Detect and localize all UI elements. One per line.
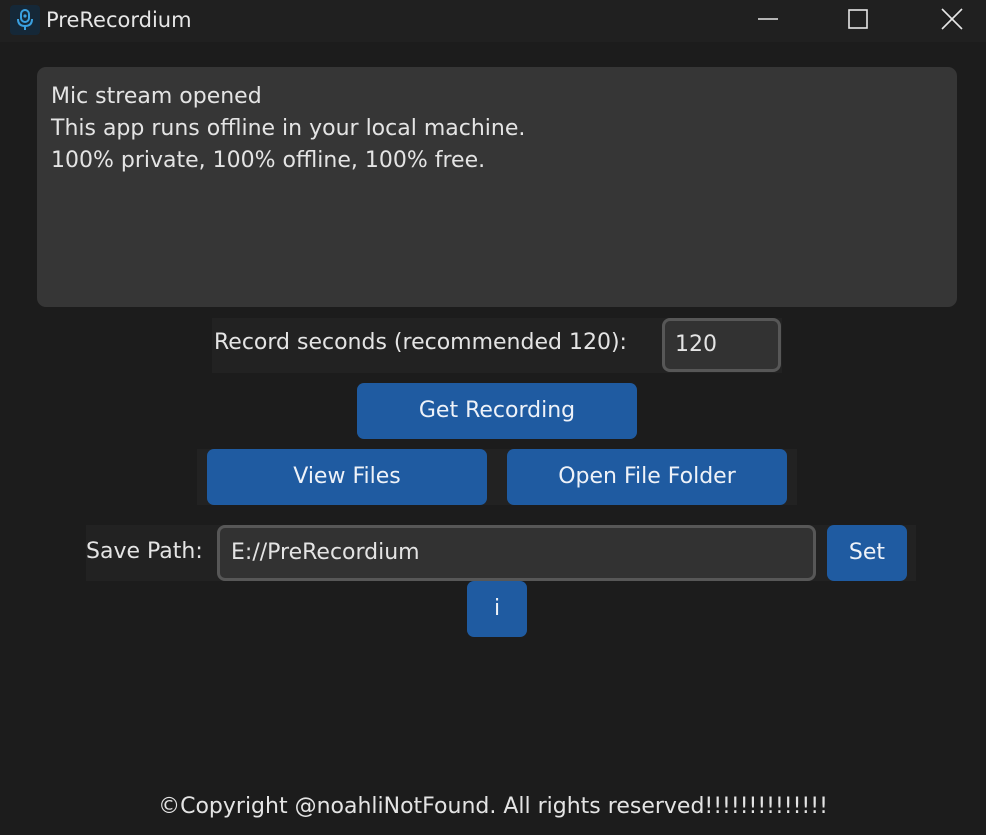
maximize-icon	[848, 9, 868, 29]
get-recording-button[interactable]: Get Recording	[357, 383, 637, 439]
close-icon	[941, 8, 963, 30]
view-files-button[interactable]: View Files	[207, 449, 487, 505]
log-line: This app runs offline in your local mach…	[51, 116, 526, 141]
save-path-label: Save Path:	[86, 539, 203, 564]
title-bar[interactable]: PreRecordium	[0, 0, 986, 42]
log-line: 100% private, 100% offline, 100% free.	[51, 148, 486, 173]
record-seconds-label: Record seconds (recommended 120):	[214, 330, 627, 355]
open-file-folder-button[interactable]: Open File Folder	[507, 449, 787, 505]
log-line: Mic stream opened	[51, 84, 262, 109]
minimize-icon	[758, 18, 778, 20]
app-window: PreRecordium Mic stream opened This app …	[0, 0, 986, 835]
info-button[interactable]: i	[467, 581, 527, 637]
microphone-app-icon	[10, 5, 40, 35]
minimize-button[interactable]	[744, 0, 790, 42]
window-title: PreRecordium	[46, 8, 192, 32]
record-seconds-input[interactable]: 120	[662, 318, 781, 372]
log-textbox[interactable]: Mic stream opened This app runs offline …	[37, 67, 957, 307]
close-button[interactable]	[928, 0, 974, 42]
set-path-button[interactable]: Set	[827, 525, 907, 581]
save-path-row: Save Path: E://PreRecordium	[86, 525, 916, 581]
maximize-button[interactable]	[834, 0, 880, 42]
record-seconds-row: Record seconds (recommended 120): 120	[212, 318, 782, 373]
save-path-input[interactable]: E://PreRecordium	[217, 525, 816, 581]
copyright-text: ©Copyright @noahliNotFound. All rights r…	[158, 794, 828, 819]
